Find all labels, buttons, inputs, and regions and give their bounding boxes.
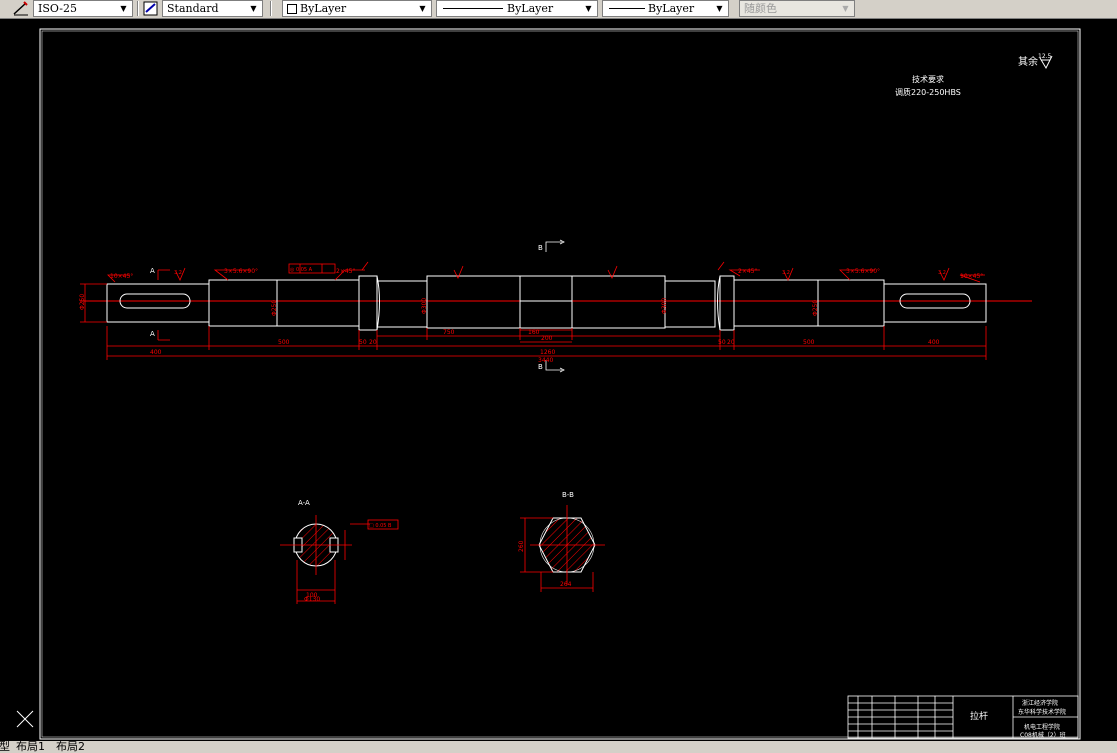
chevron-down-icon[interactable]: ▼ <box>247 1 260 16</box>
color-control-value: ByLayer <box>300 2 347 15</box>
chevron-down-icon: ▼ <box>842 4 849 13</box>
dimension-lines <box>80 261 987 360</box>
dim-groove-right: 3×5.6×90° <box>846 268 880 275</box>
dimension-style-value: ISO-25 <box>38 2 78 15</box>
plot-style-select: 随颜色 ▼ <box>739 0 855 17</box>
section-bb-view: 260 264 <box>518 505 605 592</box>
tech-requirements-title: 技术要求 <box>912 74 944 84</box>
lineweight-sample-icon <box>609 8 645 9</box>
linetype-sample-icon <box>443 8 503 9</box>
rough-3: 3.2 <box>938 270 946 276</box>
dim-small-right-b: 20 <box>727 339 735 346</box>
section-a-label-top: A <box>150 267 155 275</box>
section-b-label-top: B <box>538 244 543 252</box>
text-style-icon[interactable] <box>142 0 160 17</box>
text-style-select[interactable]: Standard ▼ <box>162 0 263 17</box>
dimension-style-select[interactable]: ISO-25 ▼ <box>33 0 133 17</box>
dim-small-right-a: 50 <box>718 339 726 346</box>
ucs-icon <box>16 710 34 728</box>
tab-layout1[interactable]: 布局1 <box>16 741 45 753</box>
dim-chamfer-left: 10×45° <box>110 273 133 280</box>
shaft-outline <box>106 275 987 331</box>
dim-chamfer-mid-left: 2×45° <box>336 268 355 275</box>
dim-left-body-len: 500 <box>278 339 290 346</box>
dim-center-left: 750 <box>443 329 455 336</box>
lineweight-select[interactable]: ByLayer ▼ <box>602 0 729 17</box>
plot-style-value: 随颜色 <box>744 2 777 15</box>
dim-chamfer-right: 10×45° <box>960 273 983 280</box>
dim-center-mid: 1260 <box>540 349 555 356</box>
chevron-down-icon[interactable]: ▼ <box>582 1 595 16</box>
section-aa-title: A-A <box>298 499 310 507</box>
lineweight-value: ByLayer <box>648 2 695 15</box>
section-a-label-bottom: A <box>150 330 155 338</box>
linetype-select[interactable]: ByLayer ▼ <box>436 0 598 17</box>
section-b-label-bottom: B <box>538 363 543 371</box>
dim-phi-left: Φ250 <box>271 300 278 316</box>
diameter-labels: Φ250 Φ250 Φ300 Φ300 Φ250 <box>79 294 819 316</box>
chevron-down-icon[interactable]: ▼ <box>713 1 726 16</box>
chevron-down-icon[interactable]: ▼ <box>117 1 130 16</box>
color-swatch-icon <box>287 4 297 14</box>
dim-overall: 3440 <box>538 357 553 364</box>
dim-tol-frame: ◎ 0.05 A <box>290 267 313 273</box>
title-block-part-name: 拉杆 <box>970 710 988 722</box>
drawing-inner-frame <box>41 30 1079 738</box>
title-block-school-1: 浙江经济学院 <box>1022 699 1058 707</box>
drawing-canvas[interactable]: 其余 12.5 技术要求 调质220-250HBS B B A A 400 50… <box>0 18 1117 741</box>
tab-model[interactable]: 模型 <box>0 741 10 753</box>
linetype-value: ByLayer <box>507 2 554 15</box>
dim-left-key-len: 400 <box>150 349 162 356</box>
drawing-frame <box>39 28 1081 740</box>
sec-b-width: 264 <box>560 581 572 588</box>
rough-2: 3.2 <box>782 270 790 276</box>
section-aa-view: 100 Φ130 □ 0.05 B <box>280 515 399 604</box>
color-control-select[interactable]: ByLayer ▼ <box>282 0 432 17</box>
dim-phi-right: Φ250 <box>812 300 819 316</box>
dim-small-left-a: 50 <box>359 339 367 346</box>
dim-small-left-b: 20 <box>369 339 377 346</box>
title-block-school-2: 东华科学技术学院 <box>1018 708 1066 716</box>
dim-center-small: 160 <box>528 329 540 336</box>
roughness-remaining-label: 其余 <box>1018 55 1038 68</box>
sec-b-hex: 260 <box>518 540 525 552</box>
text-style-value: Standard <box>167 2 219 15</box>
section-bb-title: B-B <box>562 491 574 499</box>
title-block-dept: 机电工程学院 <box>1024 723 1060 731</box>
dim-groove-left: 3×5.6×90° <box>224 268 258 275</box>
chevron-down-icon[interactable]: ▼ <box>416 1 429 16</box>
dim-phi-end: Φ250 <box>79 294 86 310</box>
dim-right-key-len: 400 <box>928 339 940 346</box>
dim-phi-center2: Φ300 <box>661 298 668 314</box>
tech-requirements-line: 调质220-250HBS <box>895 87 961 97</box>
dim-center-sub: 200 <box>541 335 553 342</box>
dim-phi-center: Φ300 <box>421 298 428 314</box>
title-block-class: C08机械（2）班 <box>1020 731 1066 739</box>
sec-a-key-depth: Φ130 <box>304 596 320 603</box>
properties-toolbar: ISO-25 ▼ Standard ▼ ByLayer ▼ ByLayer ▼ … <box>0 0 1117 19</box>
sec-a-tol: □ 0.05 B <box>369 523 392 529</box>
layout-tab-bar: 模型 布局1 布局2 <box>0 741 1117 753</box>
dimension-texts: 400 500 50 20 1260 750 160 200 3440 50 2… <box>110 267 983 364</box>
toolbar-separator <box>270 1 272 16</box>
tab-layout2[interactable]: 布局2 <box>56 741 85 753</box>
dim-right-body-len: 500 <box>803 339 815 346</box>
rough-1: 3.2 <box>174 270 182 276</box>
dimension-style-icon[interactable] <box>12 0 30 17</box>
dim-chamfer-mid-right: 2×45° <box>738 268 757 275</box>
toolbar-separator <box>137 1 139 16</box>
